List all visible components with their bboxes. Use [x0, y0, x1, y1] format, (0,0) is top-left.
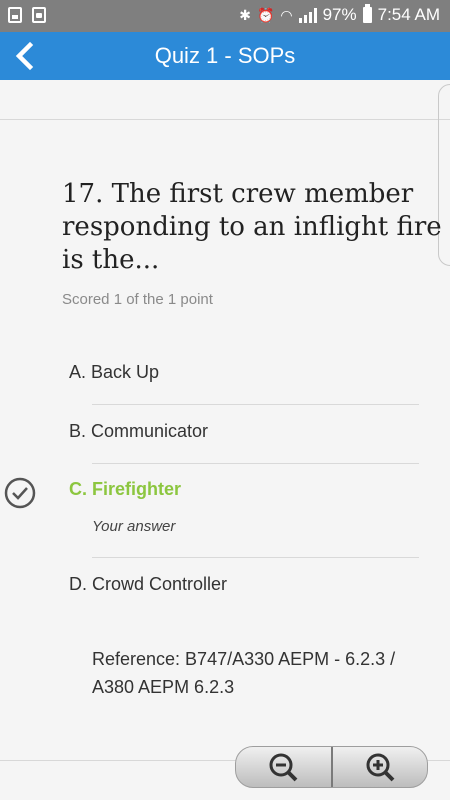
- battery-icon: [362, 4, 372, 23]
- zoom-out-icon: [269, 753, 298, 782]
- clock: 7:54 AM: [377, 5, 440, 24]
- app-bar: Quiz 1 - SOPs: [0, 32, 450, 80]
- save-icon: [32, 7, 46, 23]
- signal-icon: [298, 7, 317, 23]
- battery-percent: 97%: [322, 5, 357, 24]
- back-button[interactable]: [8, 38, 44, 74]
- page-title: Quiz 1 - SOPs: [154, 43, 296, 68]
- question-text: 17. The first crew member responding to …: [62, 179, 442, 275]
- option-d[interactable]: D. Crowd Controller: [69, 574, 419, 595]
- zoom-out-button[interactable]: [236, 747, 331, 787]
- alarm-icon: ⏰: [256, 6, 275, 23]
- option-divider: [92, 463, 419, 464]
- option-divider: [92, 557, 419, 558]
- your-answer-label: Your answer: [92, 518, 176, 535]
- option-a[interactable]: A. Back Up: [69, 362, 419, 383]
- option-divider: [92, 404, 419, 405]
- option-b[interactable]: B. Communicator: [69, 421, 419, 442]
- wifi-icon: ◠: [280, 6, 293, 23]
- header-divider: [0, 119, 450, 120]
- zoom-controls: [235, 746, 428, 788]
- image-icon: [8, 7, 22, 23]
- zoom-in-icon: [366, 753, 395, 782]
- status-bar: ✱ ⏰ ◠ 97% 7:54 AM: [0, 0, 450, 32]
- back-arrow-icon: [15, 41, 34, 71]
- status-bar-right: ✱ ⏰ ◠ 97% 7:54 AM: [239, 4, 440, 25]
- reference-text: Reference: B747/A330 AEPM - 6.2.3 / A380…: [92, 649, 396, 697]
- bluetooth-icon: ✱: [239, 6, 251, 23]
- status-bar-left: [8, 7, 46, 23]
- score-text: Scored 1 of the 1 point: [62, 291, 213, 308]
- check-circle-icon: [4, 477, 36, 509]
- zoom-in-button[interactable]: [333, 747, 428, 787]
- option-c-selected[interactable]: C. Firefighter: [69, 479, 419, 500]
